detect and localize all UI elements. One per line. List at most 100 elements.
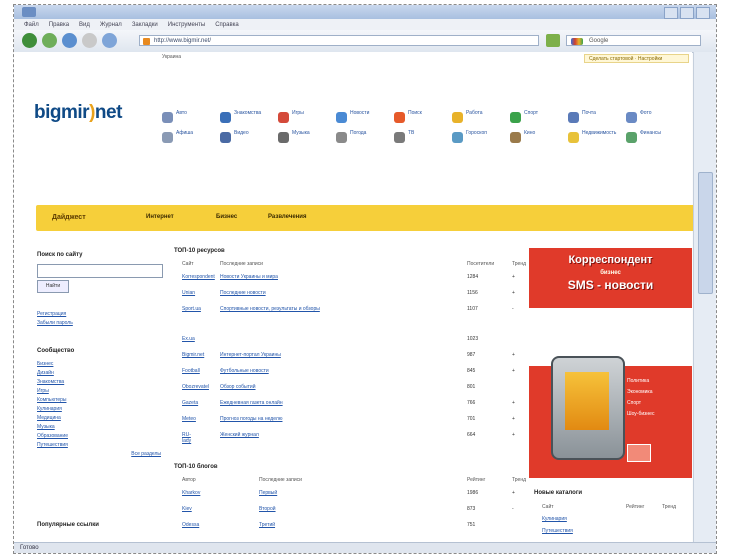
catalog-link[interactable]: Путешествия <box>542 528 573 534</box>
ad-bullet: Спорт <box>627 400 642 406</box>
category-link[interactable]: Кино <box>510 130 570 146</box>
category-link[interactable]: Фото <box>626 110 686 126</box>
community-link[interactable]: Музыка <box>37 423 161 432</box>
go-button[interactable] <box>546 34 560 47</box>
close-button[interactable] <box>696 7 710 19</box>
ad-subheadline: бизнес <box>600 270 621 276</box>
logo-tail: net <box>94 102 123 123</box>
menu-item[interactable]: Правка <box>49 22 69 28</box>
forgot-password-link[interactable]: Забыли пароль <box>37 319 161 328</box>
category-link[interactable]: Музыка <box>278 130 338 146</box>
site-search-title: Поиск по сайту <box>37 252 83 258</box>
search-input[interactable]: Google <box>566 35 701 46</box>
menu-item[interactable]: Файл <box>24 22 39 28</box>
advertisement-banner[interactable]: Корреспондент бизнес SMS - новости Полит… <box>529 248 692 478</box>
category-icon <box>452 112 463 123</box>
community-link[interactable]: Игры <box>37 387 161 396</box>
category-link[interactable]: Игры <box>278 110 338 126</box>
digest-tab[interactable]: Бизнес <box>216 214 237 220</box>
web-page: Украина Сделать стартовой · Настройки bi… <box>14 52 704 542</box>
category-icon <box>510 132 521 143</box>
maximize-button[interactable] <box>680 7 694 19</box>
category-icon <box>278 132 289 143</box>
google-icon <box>571 38 583 45</box>
column-header: Тренд <box>662 504 677 510</box>
category-link[interactable]: Финансы <box>626 130 686 146</box>
app-icon <box>22 7 36 17</box>
menu-item[interactable]: Инструменты <box>168 22 205 28</box>
navigation-toolbar: http://www.bigmir.net/ Google <box>14 30 716 53</box>
scrollbar-thumb[interactable] <box>698 172 713 294</box>
digest-tab[interactable]: Интернет <box>146 214 174 220</box>
community-link[interactable]: Компьютеры <box>37 396 161 405</box>
stop-button[interactable] <box>82 33 97 48</box>
column-header: Автор <box>182 477 196 483</box>
account-links: Регистрация Забыли пароль <box>37 310 161 328</box>
digest-tab[interactable]: Развлечения <box>268 214 306 220</box>
category-link[interactable]: Погода <box>336 130 396 146</box>
community-link[interactable]: Путешествия <box>37 441 161 450</box>
category-link[interactable]: ТВ <box>394 130 454 146</box>
top-blogs-title: ТОП-10 блогов <box>174 464 218 470</box>
minimize-button[interactable] <box>664 7 678 19</box>
category-link[interactable]: Гороскоп <box>452 130 512 146</box>
category-icon <box>220 132 231 143</box>
category-icon <box>336 132 347 143</box>
category-icon <box>568 132 579 143</box>
category-link[interactable]: Авто <box>162 110 222 126</box>
phone-icon <box>551 356 625 460</box>
menu-item[interactable]: Вид <box>79 22 90 28</box>
digest-title[interactable]: Дайджест <box>52 214 86 221</box>
community-link[interactable]: Знакомства <box>37 378 161 387</box>
ad-headline: Корреспондент <box>568 254 653 266</box>
category-icon <box>568 112 579 123</box>
category-link[interactable]: Видео <box>220 130 280 146</box>
community-link[interactable]: Образование <box>37 432 161 441</box>
category-icon <box>394 112 405 123</box>
new-catalogs-title: Новые каталоги <box>534 490 583 496</box>
category-link[interactable]: Поиск <box>394 110 454 126</box>
home-button[interactable] <box>102 33 117 48</box>
category-link[interactable]: Недвижимость <box>568 130 628 146</box>
category-link[interactable]: Работа <box>452 110 512 126</box>
register-link[interactable]: Регистрация <box>37 310 161 319</box>
community-link[interactable]: Дизайн <box>37 369 161 378</box>
menu-bar: Файл Правка Вид Журнал Закладки Инструме… <box>14 19 716 30</box>
top-links[interactable]: Сделать стартовой · Настройки <box>584 54 689 63</box>
menu-item[interactable]: Справка <box>215 22 239 28</box>
status-text: Готово <box>20 545 39 551</box>
reload-button[interactable] <box>62 33 77 48</box>
region-link[interactable]: Украина <box>162 54 181 60</box>
site-logo[interactable]: bigmir)net <box>34 102 122 124</box>
vertical-scrollbar[interactable] <box>693 52 716 542</box>
category-icon <box>162 132 173 143</box>
site-search-button[interactable]: Найти <box>37 280 69 293</box>
column-header: Тренд <box>512 477 527 483</box>
address-bar[interactable]: http://www.bigmir.net/ <box>139 35 539 46</box>
community-link[interactable]: Медицина <box>37 414 161 423</box>
category-link[interactable]: Новости <box>336 110 396 126</box>
category-link[interactable]: Спорт <box>510 110 570 126</box>
catalog-link[interactable]: Кулинария <box>542 516 567 522</box>
service-categories: Авто Знакомства Игры Новости Поиск Работ… <box>162 110 682 150</box>
column-header: Последние записи <box>259 477 302 483</box>
category-link[interactable]: Афиша <box>162 130 222 146</box>
community-links: Бизнес Дизайн Знакомства Игры Компьютеры… <box>37 360 161 459</box>
category-icon <box>162 112 173 123</box>
site-search-input[interactable] <box>37 264 163 278</box>
community-link[interactable]: Бизнес <box>37 360 161 369</box>
more-link[interactable]: Все разделы <box>37 450 161 459</box>
category-link[interactable]: Знакомства <box>220 110 280 126</box>
menu-item[interactable]: Закладки <box>132 22 158 28</box>
forward-button[interactable] <box>42 33 57 48</box>
title-bar <box>14 5 716 19</box>
back-button[interactable] <box>22 33 37 48</box>
category-link[interactable]: Почта <box>568 110 628 126</box>
column-header: Посетители <box>467 261 495 267</box>
ad-bullet: Политика <box>627 378 650 384</box>
community-link[interactable]: Кулинария <box>37 405 161 414</box>
menu-item[interactable]: Журнал <box>100 22 122 28</box>
column-header: Рейтинг <box>626 504 645 510</box>
ad-logo-icon <box>627 444 651 462</box>
status-bar: Готово <box>14 542 716 553</box>
